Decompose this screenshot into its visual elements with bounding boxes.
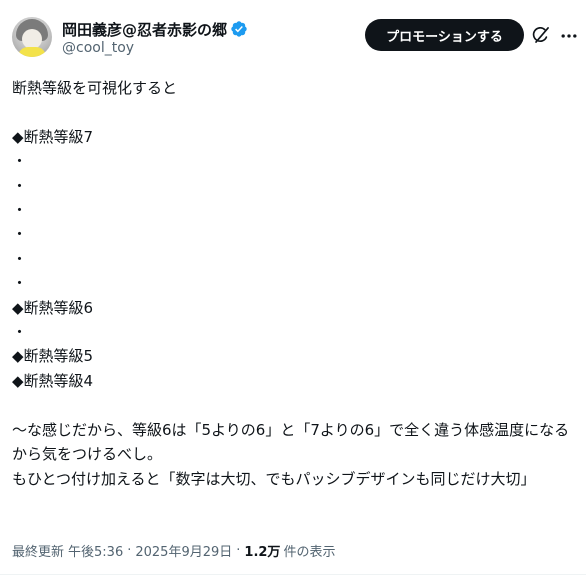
tweet-time[interactable]: 午後5:36 bbox=[68, 541, 123, 560]
avatar-face bbox=[22, 29, 42, 49]
tweet-text: 断熱等級を可視化すると ◆断熱等級7 ・ ・ ・ ・ ・ ・ ◆断熱等級6 ・ … bbox=[12, 79, 570, 488]
views-label[interactable]: 件の表示 bbox=[283, 541, 335, 560]
more-icon[interactable] bbox=[559, 26, 579, 46]
verified-badge-icon bbox=[230, 20, 248, 38]
divider bbox=[0, 574, 586, 575]
avatar-body bbox=[18, 47, 46, 57]
tweet-detail: 岡田義彦@忍者赤影の郷 @cool_toy プロモーションする 断熱等級を可視化… bbox=[0, 0, 586, 578]
meta-separator: · bbox=[127, 543, 132, 558]
grok-icon[interactable] bbox=[531, 25, 551, 45]
views-count[interactable]: 1.2万 bbox=[244, 541, 280, 560]
tweet-meta: 最終更新 午後5:36 · 2025年9月29日 · 1.2万 件の表示 bbox=[12, 541, 335, 560]
avatar-icon[interactable] bbox=[12, 17, 52, 57]
author-display-name[interactable]: 岡田義彦@忍者赤影の郷 bbox=[62, 19, 227, 40]
promote-button[interactable]: プロモーションする bbox=[365, 19, 524, 51]
tweet-date[interactable]: 2025年9月29日 bbox=[135, 541, 232, 560]
meta-separator: · bbox=[236, 543, 241, 558]
author-handle[interactable]: @cool_toy bbox=[62, 40, 134, 56]
author-name-row: 岡田義彦@忍者赤影の郷 bbox=[62, 19, 248, 39]
last-updated-label[interactable]: 最終更新 bbox=[12, 541, 64, 560]
